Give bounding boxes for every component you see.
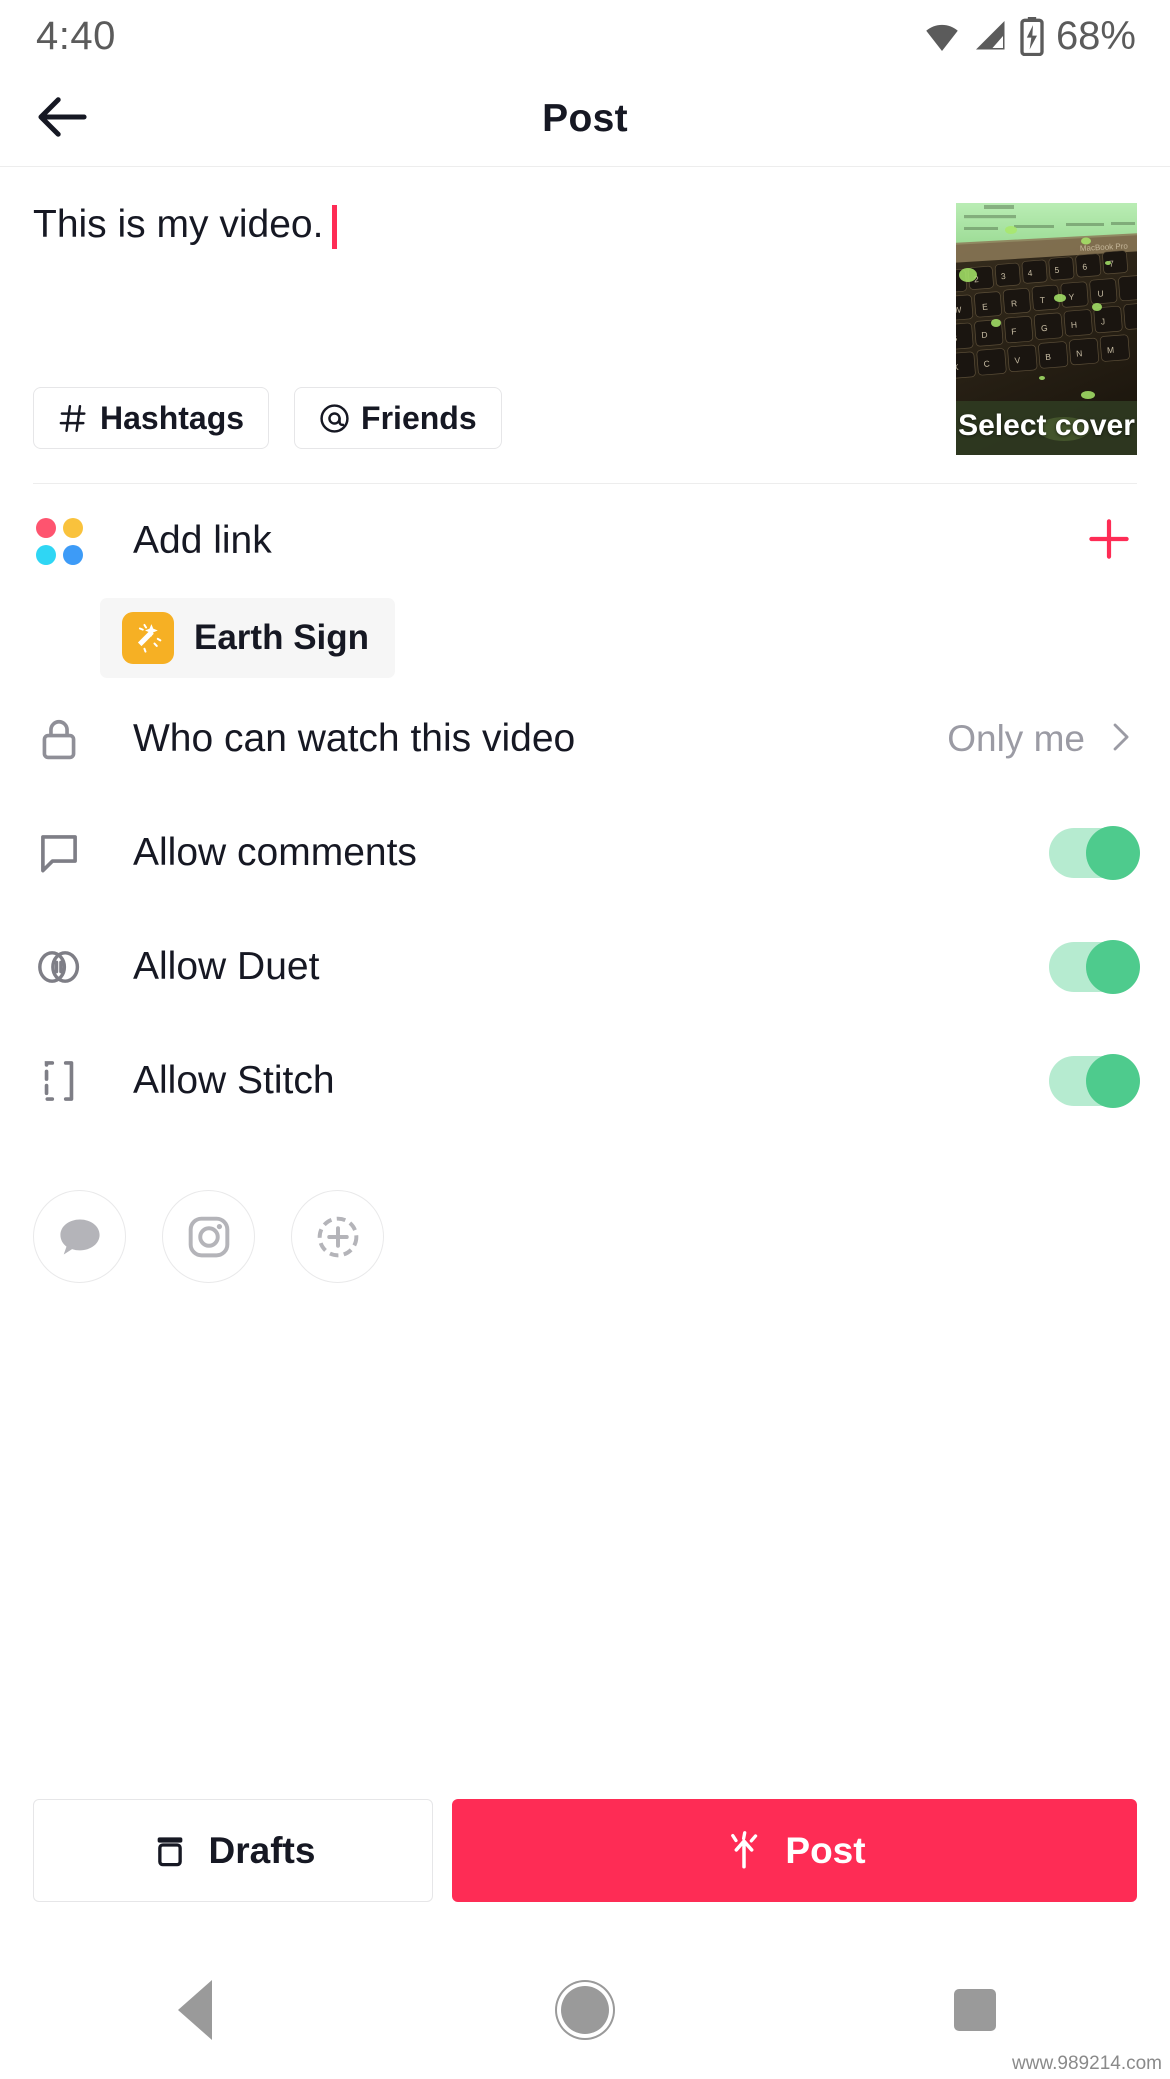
hashtags-button[interactable]: Hashtags [33,387,270,449]
svg-text:T: T [1039,295,1045,305]
battery-charging-icon [1019,16,1045,56]
duet-circles-icon [33,944,85,990]
allow-comments-toggle[interactable] [1049,826,1140,880]
toggle-knob [1086,1054,1140,1108]
post-button[interactable]: Post [452,1799,1137,1902]
at-mention-icon [319,403,350,434]
instagram-story-icon [313,1212,363,1262]
allow-comments-row[interactable]: Allow comments [33,796,1140,910]
who-can-watch-row[interactable]: Who can watch this video Only me [33,682,1137,796]
privacy-settings-list: Who can watch this video Only me Allow c… [0,682,1170,1138]
allow-duet-row[interactable]: Allow Duet [33,910,1140,1024]
share-targets-row [0,1138,1170,1283]
message-bubble-icon [55,1212,105,1262]
svg-text:R: R [1011,298,1018,308]
back-arrow-icon [36,94,90,145]
svg-text:D: D [981,330,988,340]
magic-wand-sparkle-icon [122,612,174,664]
plus-icon [1085,518,1133,567]
lock-icon [33,716,85,762]
svg-text:V: V [1014,355,1021,365]
svg-text:W: W [956,305,962,316]
add-link-row[interactable]: Add link [33,484,1137,598]
nav-back-button[interactable] [135,1950,255,2070]
svg-text:Y: Y [1068,292,1075,302]
earth-sign-label: Earth Sign [194,618,370,657]
nav-back-triangle-icon [178,1979,212,2040]
hashtags-label: Hashtags [100,399,245,436]
cover-thumbnail[interactable]: MacBook Pro 2 3 4 5 6 7 W E R T Y U D F … [956,203,1137,455]
nav-home-button[interactable] [525,1950,645,2070]
who-can-watch-label: Who can watch this video [133,717,576,760]
caption-input[interactable]: This is my video. [33,203,934,387]
svg-text:M: M [1107,345,1115,356]
allow-comments-label: Allow comments [133,831,417,874]
comment-bubble-icon [33,830,85,876]
four-dot-grid-icon [33,517,85,565]
upload-sparkle-icon [723,1830,765,1872]
allow-stitch-row[interactable]: Allow Stitch [33,1024,1140,1138]
toggle-knob [1086,940,1140,994]
nav-recents-square-icon [954,1988,996,2031]
svg-text:B: B [1045,352,1052,362]
svg-text:U: U [1097,288,1104,298]
instagram-icon [184,1212,234,1262]
cellular-signal-icon [972,18,1010,54]
wifi-icon [921,18,963,54]
post-screen: 4:40 68% Post This is my video. Hashtags… [0,0,1170,2079]
back-button[interactable] [30,86,96,152]
watermark: www.989214.com [1012,2053,1162,2074]
friends-button[interactable]: Friends [294,387,502,449]
status-bar: 4:40 68% [0,0,1170,72]
toggle-knob [1086,826,1140,880]
page-title: Post [542,97,628,140]
share-messages-button[interactable] [33,1190,126,1283]
footer-actions: Drafts Post [0,1799,1170,1902]
link-chip-row: Earth Sign [0,598,1170,682]
battery-percent: 68% [1055,13,1136,58]
archive-box-icon [151,1832,189,1870]
caption-text: This is my video. [33,203,324,246]
android-nav-bar: www.989214.com [0,1940,1170,2079]
nav-recents-button[interactable] [915,1950,1035,2070]
allow-duet-label: Allow Duet [133,945,320,988]
nav-home-circle-icon [561,1985,609,2034]
svg-text:C: C [983,358,990,368]
text-caret [332,205,338,249]
share-instagram-button[interactable] [162,1190,255,1283]
svg-text:G: G [1041,323,1048,333]
allow-duet-toggle[interactable] [1049,940,1140,994]
post-label: Post [785,1829,866,1871]
svg-text:E: E [982,301,989,311]
drafts-button[interactable]: Drafts [33,1799,433,1902]
caption-chip-row: Hashtags Friends [33,387,934,455]
allow-stitch-toggle[interactable] [1049,1054,1140,1108]
svg-text:H: H [1070,319,1077,329]
share-instagram-story-button[interactable] [291,1190,384,1283]
settings-list: Add link [0,484,1170,598]
caption-left-column: This is my video. Hashtags Friends [33,203,934,455]
drafts-label: Drafts [208,1829,316,1871]
hashtag-icon [58,403,89,434]
caption-section: This is my video. Hashtags Friends MacBo… [0,167,1170,455]
svg-text:F: F [1011,326,1017,336]
friends-label: Friends [361,399,477,436]
add-link-plus-button[interactable] [1085,515,1133,568]
svg-text:N: N [1076,348,1083,358]
select-cover-label: Select cover [958,409,1135,442]
svg-text:J: J [1100,316,1105,326]
earth-sign-link-chip[interactable]: Earth Sign [100,598,396,678]
allow-stitch-label: Allow Stitch [133,1059,335,1102]
app-header: Post [0,72,1170,167]
status-time: 4:40 [36,13,116,58]
status-indicators: 68% [921,14,1136,59]
chevron-right-icon [1103,720,1137,759]
add-link-label: Add link [133,519,272,562]
stitch-brackets-icon [33,1058,85,1104]
who-can-watch-value: Only me [947,718,1085,759]
